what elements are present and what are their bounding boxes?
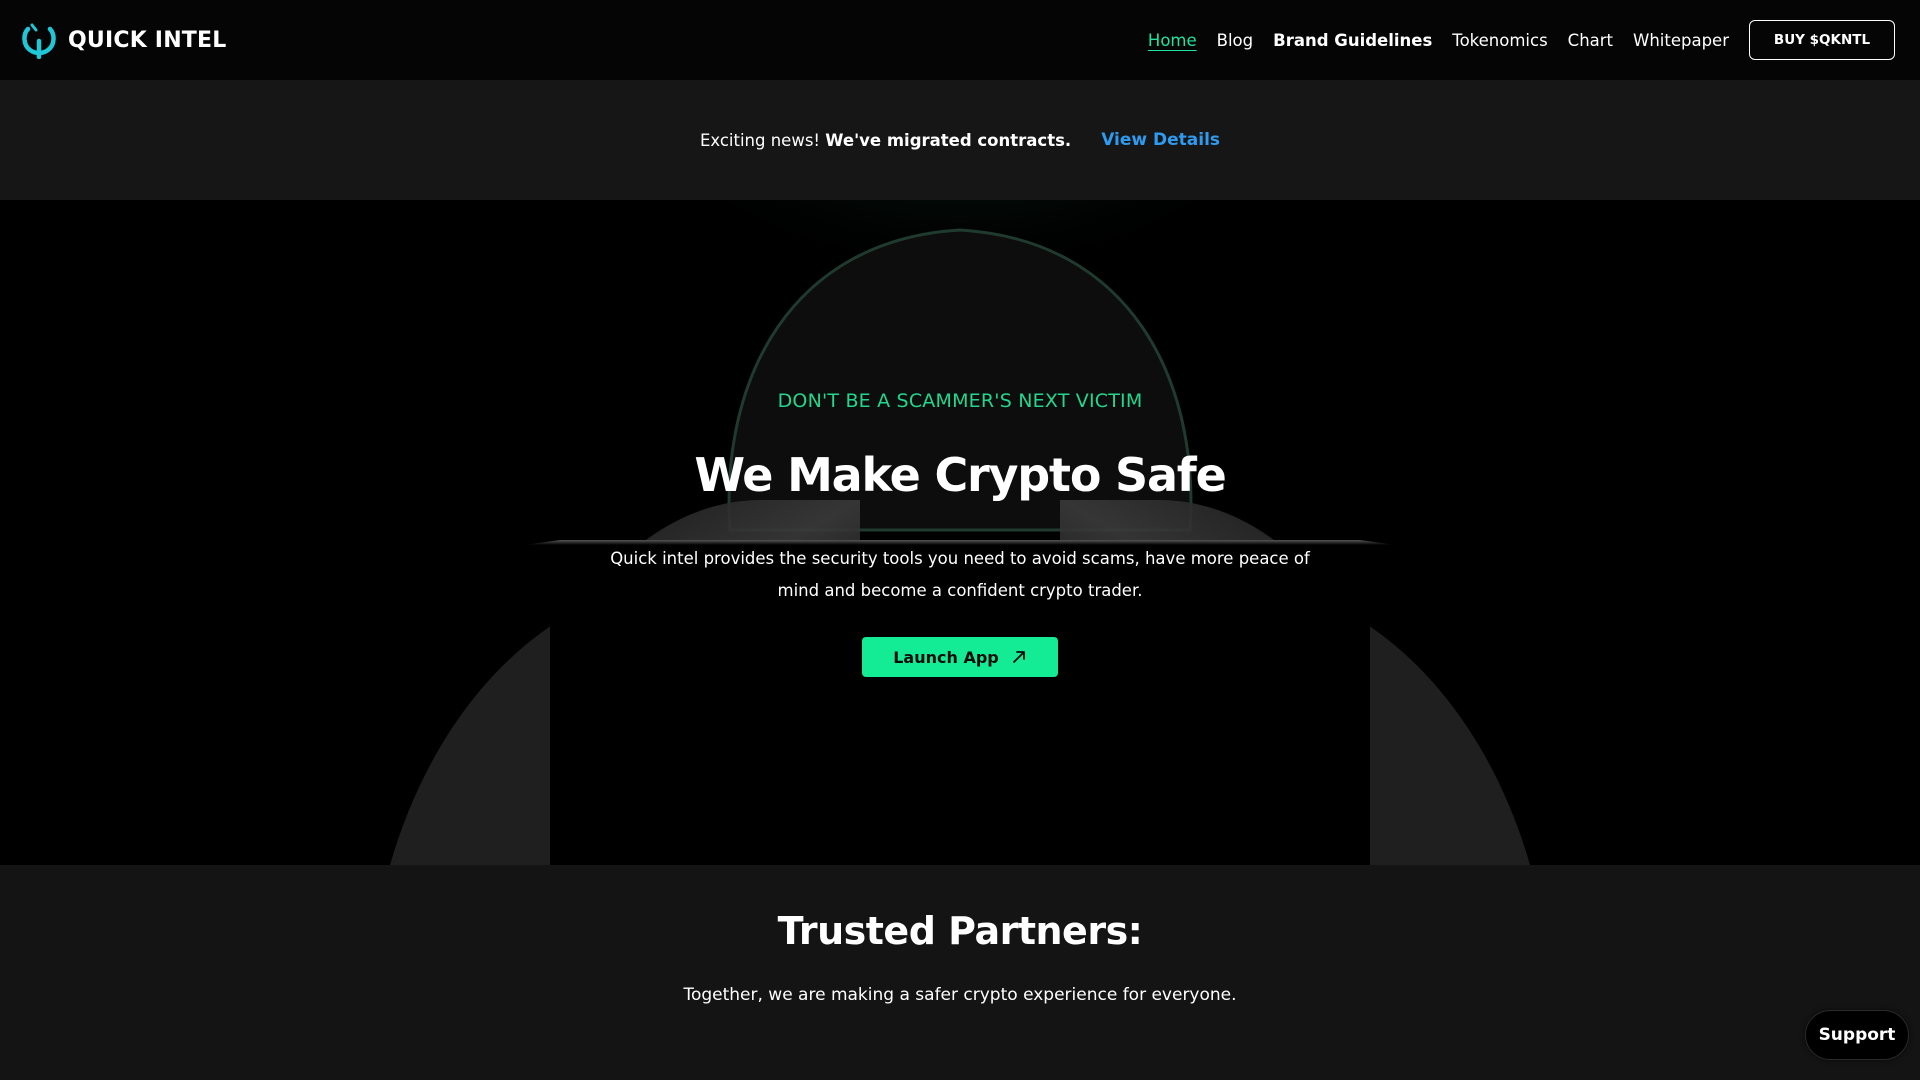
nav-brand-guidelines[interactable]: Brand Guidelines	[1273, 31, 1432, 50]
hero-content: DON'T BE A SCAMMER'S NEXT VICTIM We Make…	[0, 200, 1920, 865]
main-nav: Home Blog Brand Guidelines Tokenomics Ch…	[1148, 20, 1898, 60]
partners-subtitle: Together, we are making a safer crypto e…	[683, 985, 1237, 1005]
launch-app-button[interactable]: Launch App	[862, 637, 1058, 677]
nav-whitepaper[interactable]: Whitepaper	[1633, 31, 1729, 50]
nav-tokenomics[interactable]: Tokenomics	[1452, 31, 1547, 50]
announcement-bar: Exciting news! We've migrated contracts.…	[0, 80, 1920, 200]
nav-chart[interactable]: Chart	[1568, 31, 1613, 50]
arrow-up-right-icon	[1012, 651, 1025, 663]
site-header: QUICK INTEL Home Blog Brand Guidelines T…	[0, 0, 1920, 80]
launch-app-label: Launch App	[893, 647, 999, 667]
brand-name: QUICK INTEL	[68, 27, 227, 53]
nav-home[interactable]: Home	[1148, 31, 1197, 50]
buy-token-button[interactable]: BUY $QKNTL	[1749, 20, 1895, 60]
quick-intel-logo-icon	[22, 23, 56, 59]
announcement-emphasis: We've migrated contracts.	[825, 130, 1072, 150]
announcement-text: Exciting news! We've migrated contracts.	[700, 131, 1071, 150]
hero-eyebrow: DON'T BE A SCAMMER'S NEXT VICTIM	[777, 390, 1143, 412]
partners-section: Trusted Partners: Together, we are makin…	[0, 865, 1920, 1080]
view-details-link[interactable]: View Details	[1101, 130, 1220, 150]
hero-title: We Make Crypto Safe	[694, 448, 1226, 502]
brand-logo[interactable]: QUICK INTEL	[22, 21, 226, 59]
announcement-lead: Exciting news!	[699, 130, 821, 150]
partners-title: Trusted Partners:	[777, 909, 1143, 953]
support-button[interactable]: Support	[1805, 1010, 1909, 1060]
hero-description: Quick intel provides the security tools …	[610, 549, 1310, 600]
nav-blog[interactable]: Blog	[1217, 31, 1253, 50]
hero-section: DON'T BE A SCAMMER'S NEXT VICTIM We Make…	[0, 200, 1920, 865]
